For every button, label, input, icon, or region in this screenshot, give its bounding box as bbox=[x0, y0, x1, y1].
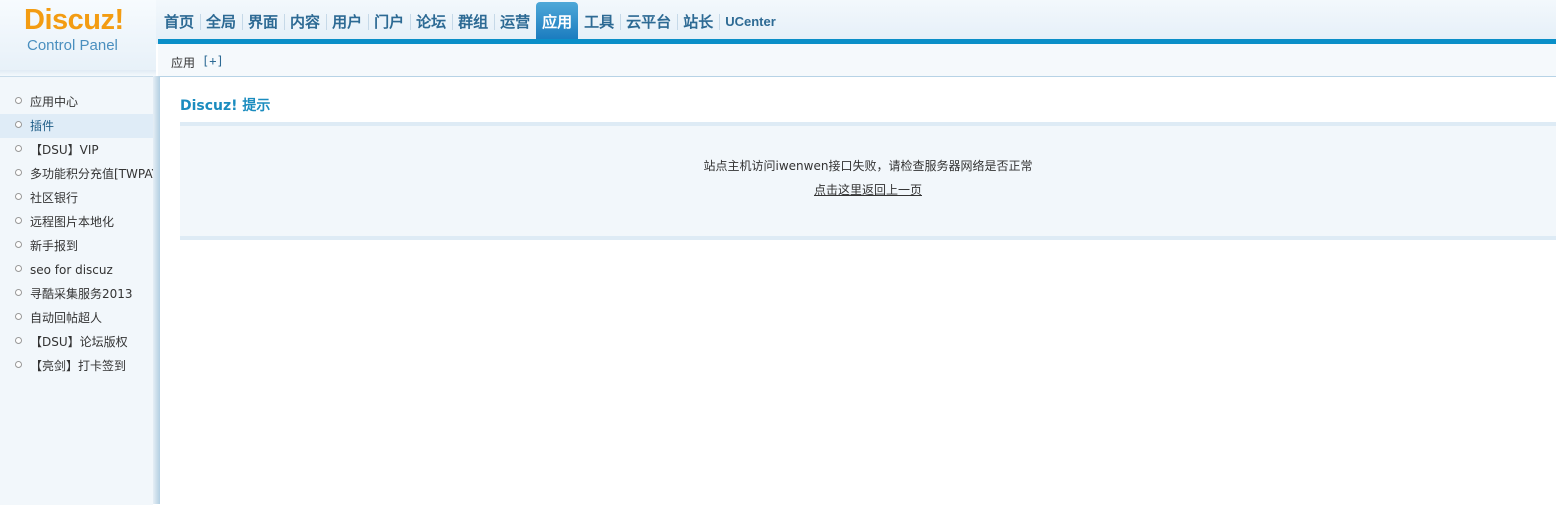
logo-text: Discuz! bbox=[24, 4, 124, 36]
bullet-icon bbox=[15, 217, 22, 224]
main-nav: 首页 全局 界面 内容 用户 门户 论坛 群组 运营 应用 工具 云平台 站长 UCenter bbox=[158, 0, 782, 40]
sidebar-item[interactable]: 插件 bbox=[0, 114, 153, 138]
sub-nav-bar: 应用 [+] bbox=[158, 44, 1556, 77]
nav-item-8[interactable]: 运营 bbox=[494, 0, 536, 40]
sidebar-divider[interactable] bbox=[153, 76, 160, 504]
sidebar-item-label: 自动回帖超人 bbox=[30, 311, 103, 325]
sidebar-item[interactable]: 远程图片本地化 bbox=[0, 210, 153, 234]
sidebar-item[interactable]: seo for discuz bbox=[0, 258, 153, 282]
nav-item-10[interactable]: 工具 bbox=[578, 0, 620, 40]
sub-nav-label: 应用 bbox=[171, 56, 196, 70]
logo-subtitle: Control Panel bbox=[27, 37, 118, 54]
logo[interactable]: Discuz! Control Panel bbox=[0, 0, 156, 76]
nav-item-2[interactable]: 界面 bbox=[242, 0, 284, 40]
back-link[interactable]: 点击这里返回上一页 bbox=[814, 183, 922, 197]
sidebar-item-label: 新手报到 bbox=[30, 239, 79, 253]
bullet-icon bbox=[15, 97, 22, 104]
nav-item-13[interactable]: UCenter bbox=[719, 0, 782, 40]
bullet-icon bbox=[15, 241, 22, 248]
nav-item-12[interactable]: 站长 bbox=[677, 0, 719, 40]
sidebar-item-label: 寻酷采集服务2013 bbox=[30, 287, 133, 301]
bullet-icon bbox=[15, 313, 22, 320]
bullet-icon bbox=[15, 145, 22, 152]
bullet-icon bbox=[15, 361, 22, 368]
sidebar-item-label: 多功能积分充值[TWPAY] bbox=[30, 167, 153, 181]
bullet-icon bbox=[15, 289, 22, 296]
nav-item-3[interactable]: 内容 bbox=[284, 0, 326, 40]
sidebar-item-label: 社区银行 bbox=[30, 191, 79, 205]
bullet-icon bbox=[15, 265, 22, 272]
message-box: 站点主机访问iwenwen接口失败，请检查服务器网络是否正常 点击这里返回上一页 bbox=[180, 122, 1556, 240]
nav-item-4[interactable]: 用户 bbox=[326, 0, 368, 40]
sidebar-menu: 应用中心插件【DSU】VIP 多功能积分充值[TWPAY] 社区银行远程图片本地化新… bbox=[0, 90, 153, 378]
bullet-icon bbox=[15, 193, 22, 200]
sidebar-item-label: seo for discuz bbox=[30, 263, 113, 277]
sidebar-item-label: 【DSU】论坛版权 bbox=[30, 335, 128, 349]
bullet-icon bbox=[15, 169, 22, 176]
sidebar-item[interactable]: 新手报到 bbox=[0, 234, 153, 258]
nav-item-5[interactable]: 门户 bbox=[368, 0, 410, 40]
sidebar-item-label: 【亮剑】打卡签到 bbox=[30, 359, 127, 373]
sidebar-item[interactable]: 应用中心 bbox=[0, 90, 153, 114]
nav-item-7[interactable]: 群组 bbox=[452, 0, 494, 40]
expand-menu-button[interactable]: [+] bbox=[202, 54, 224, 68]
main-content: Discuz! 提示 站点主机访问iwenwen接口失败，请检查服务器网络是否正… bbox=[160, 77, 1556, 504]
sidebar-item-label: 应用中心 bbox=[30, 95, 79, 109]
nav-item-9[interactable]: 应用 bbox=[536, 2, 579, 40]
sidebar-item[interactable]: 【DSU】论坛版权 bbox=[0, 330, 153, 354]
sidebar-item[interactable]: 【亮剑】打卡签到 bbox=[0, 354, 153, 378]
sidebar-item[interactable]: 社区银行 bbox=[0, 186, 153, 210]
nav-item-1[interactable]: 全局 bbox=[200, 0, 242, 40]
sidebar-item-label: 插件 bbox=[30, 119, 55, 133]
sidebar-item-label: 【DSU】VIP bbox=[30, 143, 99, 157]
sidebar: 应用中心插件【DSU】VIP 多功能积分充值[TWPAY] 社区银行远程图片本地化新… bbox=[0, 76, 153, 505]
sidebar-item-label: 远程图片本地化 bbox=[30, 215, 115, 229]
nav-item-6[interactable]: 论坛 bbox=[410, 0, 452, 40]
nav-item-11[interactable]: 云平台 bbox=[620, 0, 677, 40]
error-message: 站点主机访问iwenwen接口失败，请检查服务器网络是否正常 bbox=[703, 159, 1033, 173]
nav-item-0[interactable]: 首页 bbox=[158, 0, 200, 40]
bullet-icon bbox=[15, 121, 22, 128]
sidebar-item[interactable]: 多功能积分充值[TWPAY] bbox=[0, 162, 153, 186]
bullet-icon bbox=[15, 337, 22, 344]
sidebar-item[interactable]: 寻酷采集服务2013 bbox=[0, 282, 153, 306]
back-link-row: 点击这里返回上一页 bbox=[180, 181, 1556, 198]
page-title: Discuz! 提示 bbox=[180, 98, 271, 114]
sidebar-item[interactable]: 自动回帖超人 bbox=[0, 306, 153, 330]
sidebar-item[interactable]: 【DSU】VIP bbox=[0, 138, 153, 162]
